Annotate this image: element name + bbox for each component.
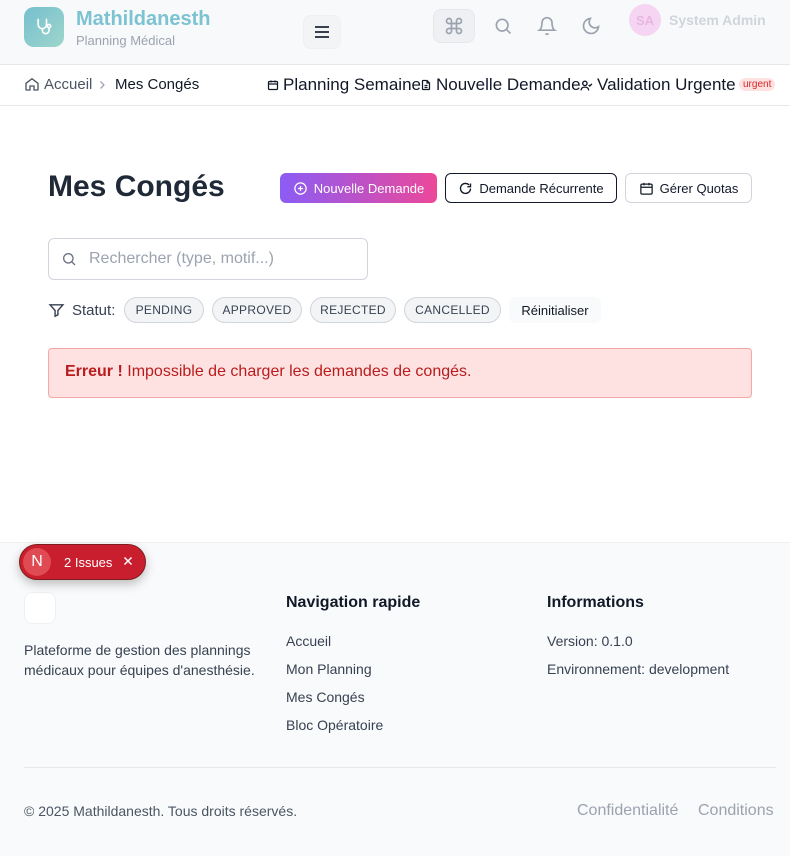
- footer-link-bloc-operatoire[interactable]: Bloc Opératoire: [286, 717, 383, 733]
- user-name[interactable]: System Admin: [669, 12, 766, 28]
- home-icon[interactable]: [24, 76, 40, 97]
- search-icon: [61, 251, 77, 272]
- footer-version: Version: 0.1.0: [547, 633, 633, 649]
- breadcrumb-current: Mes Congés: [115, 76, 200, 93]
- recurring-request-button-label: Demande Récurrente: [479, 180, 604, 196]
- refresh-icon: [460, 182, 472, 194]
- footer-link-mes-conges[interactable]: Mes Congés: [286, 689, 365, 705]
- calendar-icon: [267, 80, 279, 91]
- issues-badge[interactable]: N 2 Issues: [19, 544, 146, 580]
- calendar-icon: [639, 182, 653, 195]
- status-filter-label: Statut:: [72, 302, 116, 319]
- status-chip-cancelled[interactable]: CANCELLED: [404, 297, 501, 323]
- document-icon: [421, 79, 431, 91]
- search-input[interactable]: [89, 245, 359, 273]
- brand-name[interactable]: Mathildanesth: [76, 8, 210, 31]
- quick-link-planning-label: Planning Semaine: [283, 75, 421, 94]
- error-alert: Erreur ! Impossible de charger les deman…: [48, 348, 752, 398]
- recurring-request-button[interactable]: Demande Récurrente: [445, 173, 617, 203]
- quick-link-new-request[interactable]: Nouvelle Demande: [420, 75, 581, 95]
- manage-quotas-button-label: Gérer Quotas: [659, 180, 739, 196]
- status-chip-rejected[interactable]: REJECTED: [310, 297, 396, 323]
- footer-environment: Environnement: development: [547, 661, 730, 677]
- chevron-right-icon: [96, 78, 108, 96]
- quick-link-validation-label: Validation Urgente: [597, 75, 736, 94]
- footer-logo: [24, 592, 56, 624]
- brand-subtitle: Planning Médical: [76, 33, 176, 48]
- breadcrumb: Accueil Mes Congés Planning Semaine Nouv…: [0, 65, 790, 106]
- terms-link[interactable]: Conditions: [698, 802, 774, 820]
- status-chip-pending[interactable]: PENDING: [124, 297, 204, 323]
- filter-icon: [48, 302, 65, 324]
- privacy-link[interactable]: Confidentialité: [577, 802, 678, 820]
- footer-nav-title: Navigation rapide: [286, 594, 421, 611]
- command-icon: [445, 17, 463, 35]
- urgent-badge: urgent: [739, 78, 776, 91]
- error-alert-message: Impossible de charger les demandes de co…: [127, 363, 472, 380]
- bell-icon[interactable]: [535, 14, 559, 38]
- command-palette-button[interactable]: [433, 9, 475, 43]
- menu-button[interactable]: [303, 15, 341, 49]
- footer-link-mon-planning[interactable]: Mon Planning: [286, 661, 372, 677]
- stethoscope-icon[interactable]: [24, 7, 64, 47]
- page-title: Mes Congés: [48, 170, 225, 203]
- avatar[interactable]: SA: [629, 4, 661, 36]
- reset-filters-button[interactable]: Réinitialiser: [509, 297, 601, 323]
- quick-link-new-request-label: Nouvelle Demande: [436, 75, 581, 94]
- quick-link-validation[interactable]: Validation Urgente: [580, 75, 736, 95]
- search-field: [48, 238, 368, 280]
- plus-circle-icon: [293, 181, 307, 195]
- error-alert-title: Erreur !: [65, 363, 123, 380]
- new-request-button-label: Nouvelle Demande: [313, 180, 425, 196]
- new-request-button[interactable]: Nouvelle Demande: [280, 173, 437, 203]
- issues-badge-label: 2 Issues: [64, 555, 113, 570]
- quick-link-planning[interactable]: Planning Semaine: [267, 75, 421, 95]
- breadcrumb-home-link[interactable]: Accueil: [44, 76, 92, 93]
- footer-description: Plateforme de gestion des plannings médi…: [24, 642, 255, 678]
- search-icon[interactable]: [491, 14, 515, 38]
- manage-quotas-button[interactable]: Gérer Quotas: [625, 173, 752, 203]
- close-icon[interactable]: [121, 554, 135, 573]
- hamburger-icon: [315, 26, 329, 38]
- app-header: Mathildanesth Planning Médical SA System…: [0, 0, 790, 65]
- moon-icon[interactable]: [579, 14, 603, 38]
- footer-link-accueil[interactable]: Accueil: [286, 633, 331, 649]
- footer-divider: [24, 767, 776, 768]
- footer-copyright: © 2025 Mathildanesth. Tous droits réserv…: [24, 803, 298, 819]
- status-chip-approved[interactable]: APPROVED: [212, 297, 302, 323]
- issues-badge-logo: N: [23, 548, 51, 576]
- user-check-icon: [580, 79, 593, 90]
- footer-info-title: Informations: [547, 594, 644, 611]
